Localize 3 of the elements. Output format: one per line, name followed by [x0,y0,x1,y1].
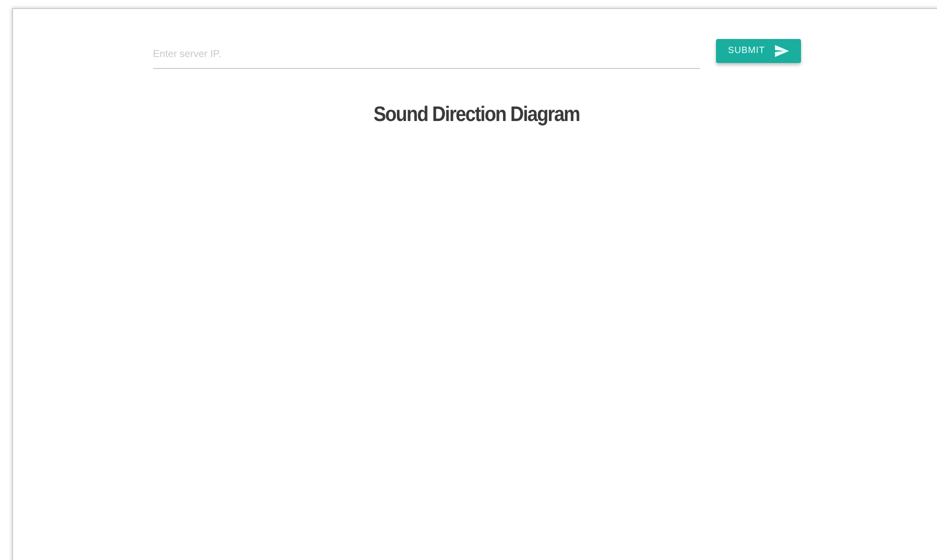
diagram-title: Sound Direction Diagram [373,102,580,128]
submit-button[interactable]: SUBMIT [716,39,801,62]
send-icon [775,44,789,57]
